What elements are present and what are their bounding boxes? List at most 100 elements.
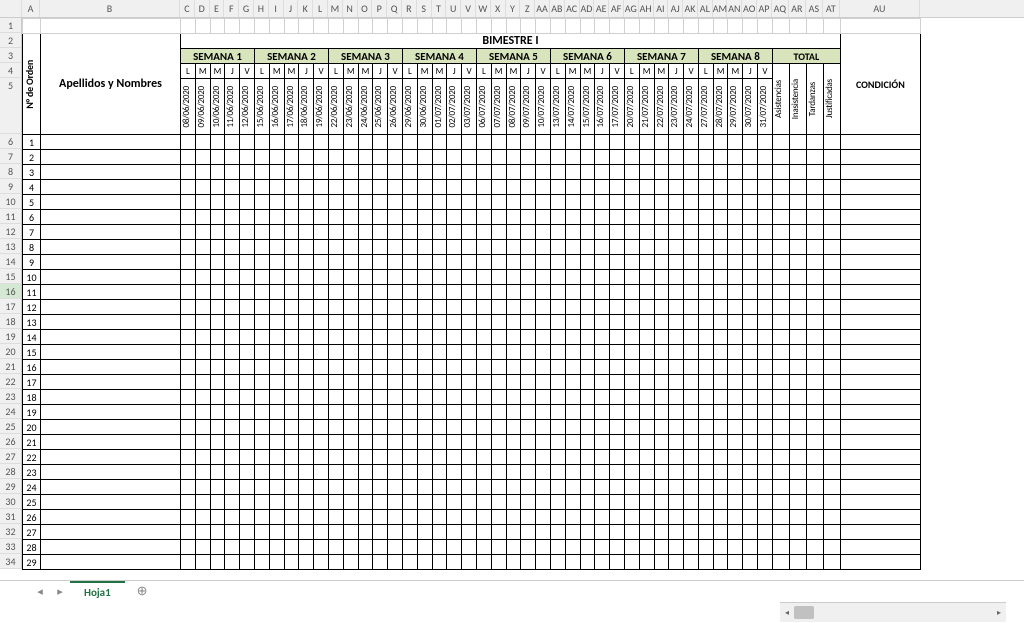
cell-condition[interactable] [840,480,920,495]
cell-attendance[interactable] [521,150,536,165]
cell-blank[interactable] [240,19,255,34]
cell-attendance[interactable] [654,450,669,465]
cell-attendance[interactable] [772,495,789,510]
cell-attendance[interactable] [684,360,699,375]
cell-attendance[interactable] [269,150,284,165]
cell-attendance[interactable] [388,510,403,525]
cell-attendance[interactable] [491,390,506,405]
cell-attendance[interactable] [491,270,506,285]
cell-attendance[interactable] [669,390,684,405]
cell-attendance[interactable] [240,390,255,405]
cell-attendance[interactable] [684,555,699,570]
cell-attendance[interactable] [388,345,403,360]
cell-attendance[interactable] [743,165,758,180]
cell-attendance[interactable] [432,255,447,270]
cell-attendance[interactable] [580,135,595,150]
cell-attendance[interactable] [684,435,699,450]
col-header-C[interactable]: C [180,0,195,17]
cell-attendance[interactable] [373,150,388,165]
cell-attendance[interactable] [447,135,462,150]
cell-attendance[interactable] [789,270,806,285]
cell-attendance[interactable] [240,495,255,510]
cell-attendance[interactable] [299,195,314,210]
cell-attendance[interactable] [823,525,840,540]
cell-attendance[interactable] [388,390,403,405]
cell-attendance[interactable] [210,525,225,540]
cell-attendance[interactable] [254,225,269,240]
cell-attendance[interactable] [550,315,565,330]
cell-attendance[interactable] [181,495,196,510]
cell-condition[interactable] [840,285,920,300]
cell-attendance[interactable] [195,555,210,570]
cell-attendance[interactable] [402,495,417,510]
cell-attendance[interactable] [521,270,536,285]
cell-attendance[interactable] [772,315,789,330]
cell-attendance[interactable] [195,195,210,210]
cell-attendance[interactable] [506,240,521,255]
cell-attendance[interactable] [181,150,196,165]
cell-attendance[interactable] [343,225,358,240]
cell-attendance[interactable] [225,495,240,510]
cell-attendance[interactable] [254,135,269,150]
cell-attendance[interactable] [550,480,565,495]
cell-attendance[interactable] [624,255,639,270]
cell-attendance[interactable] [595,450,610,465]
cell-attendance[interactable] [698,360,713,375]
cell-attendance[interactable] [284,495,299,510]
cell-attendance[interactable] [417,450,432,465]
cell-attendance[interactable] [343,465,358,480]
cell-attendance[interactable] [254,165,269,180]
cell-attendance[interactable] [254,285,269,300]
cell-attendance[interactable] [669,240,684,255]
cell-attendance[interactable] [565,480,580,495]
col-header-AN[interactable]: AN [727,0,742,17]
cell-attendance[interactable] [432,330,447,345]
cell-attendance[interactable] [580,480,595,495]
cell-attendance[interactable] [432,180,447,195]
cell-attendance[interactable] [254,315,269,330]
cell-attendance[interactable] [669,225,684,240]
cell-attendance[interactable] [580,300,595,315]
cell-attendance[interactable] [713,285,728,300]
cell-attendance[interactable] [624,210,639,225]
cell-attendance[interactable] [580,390,595,405]
cell-attendance[interactable] [299,555,314,570]
cell-attendance[interactable] [181,225,196,240]
cell-attendance[interactable] [789,420,806,435]
cell-attendance[interactable] [491,330,506,345]
cell-attendance[interactable] [698,210,713,225]
cell-attendance[interactable] [373,495,388,510]
col-header-H[interactable]: H [254,0,269,17]
cell-attendance[interactable] [299,330,314,345]
cell-attendance[interactable] [432,360,447,375]
cell-attendance[interactable] [521,135,536,150]
cell-attendance[interactable] [698,255,713,270]
cell-attendance[interactable] [269,240,284,255]
cell-attendance[interactable] [284,150,299,165]
cell-attendance[interactable] [343,135,358,150]
cell-attendance[interactable] [713,315,728,330]
cell-attendance[interactable] [506,180,521,195]
cell-blank[interactable] [728,19,743,34]
cell-attendance[interactable] [580,165,595,180]
cell-attendance[interactable] [447,285,462,300]
cell-attendance[interactable] [240,240,255,255]
cell-attendance[interactable] [728,285,743,300]
cell-attendance[interactable] [314,135,329,150]
cell-attendance[interactable] [284,315,299,330]
cell-attendance[interactable] [491,210,506,225]
cell-attendance[interactable] [225,210,240,225]
cell-condition[interactable] [840,390,920,405]
cell-attendance[interactable] [181,420,196,435]
cell-attendance[interactable] [402,480,417,495]
cell-attendance[interactable] [181,465,196,480]
cell-attendance[interactable] [462,195,477,210]
cell-attendance[interactable] [195,525,210,540]
cell-attendance[interactable] [328,435,343,450]
cell-attendance[interactable] [758,375,773,390]
cell-attendance[interactable] [713,405,728,420]
cell-attendance[interactable] [772,210,789,225]
cell-attendance[interactable] [565,360,580,375]
cell-attendance[interactable] [565,420,580,435]
col-header-I[interactable]: I [269,0,284,17]
